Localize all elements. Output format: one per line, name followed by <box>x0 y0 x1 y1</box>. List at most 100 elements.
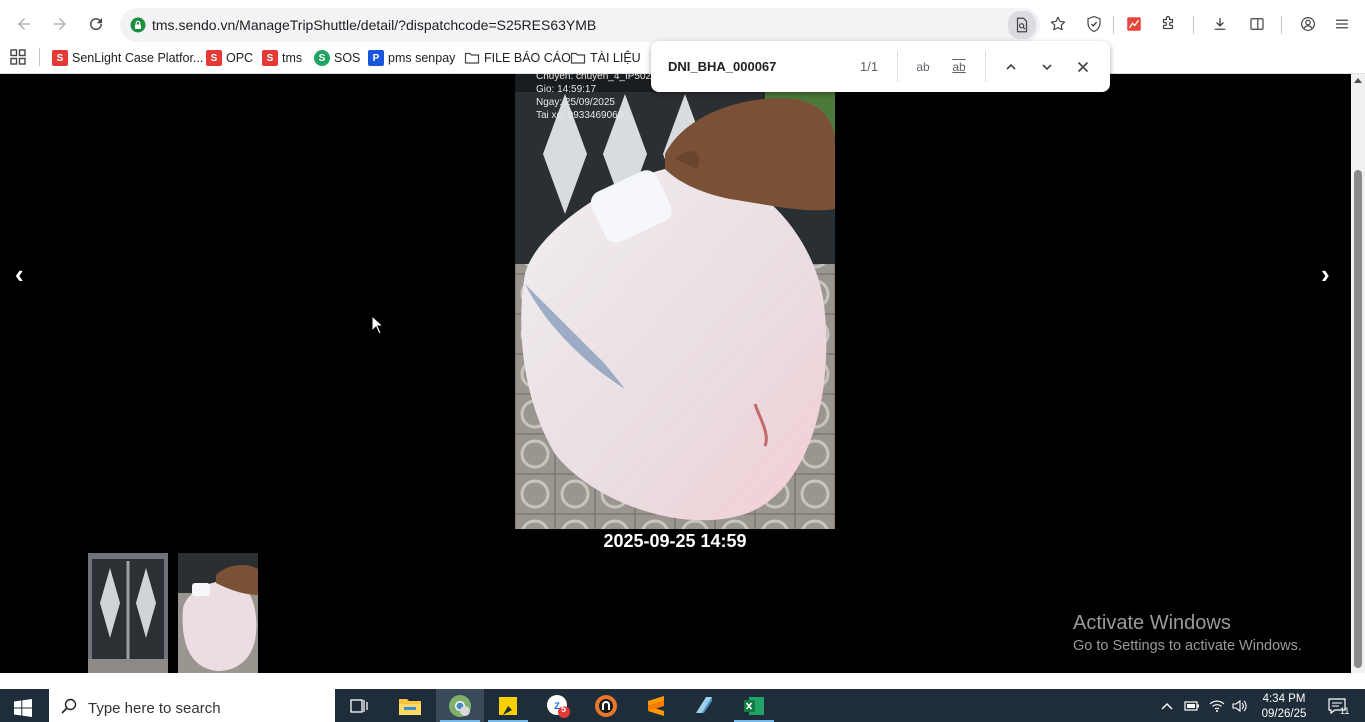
folder-icon <box>464 52 480 64</box>
zalo-app[interactable]: Z 5 <box>534 689 582 722</box>
hamburger-menu-icon <box>1336 19 1348 29</box>
mouse-cursor-icon <box>371 315 385 335</box>
search-placeholder: Type here to search <box>88 700 221 717</box>
notification-count: 11 <box>1340 706 1350 716</box>
vpn-app[interactable] <box>582 689 630 722</box>
bookmark-folder-file-bao-cao[interactable]: FILE BÁO CÁO <box>464 49 571 67</box>
folder-explorer-icon <box>399 698 421 715</box>
whole-word-label: ab <box>952 60 966 74</box>
back-button[interactable] <box>12 12 36 36</box>
match-case-button[interactable]: ab <box>911 55 935 79</box>
excel-app[interactable] <box>730 689 778 722</box>
battery-icon <box>1184 700 1199 711</box>
file-explorer-app[interactable] <box>386 689 434 722</box>
find-page-icon <box>1016 17 1028 33</box>
bookmark-folder-tai-lieu[interactable]: TÀI LIỆU <box>570 49 641 67</box>
sticky-notes-app[interactable] <box>484 689 532 722</box>
photo-metadata-overlay: Chuyen: chuyen_4_IP502 Gio: 14:59:17 Nga… <box>536 74 651 122</box>
show-hidden-icons-button[interactable] <box>1158 689 1176 722</box>
arrow-left-icon <box>18 18 30 30</box>
find-query-input[interactable]: DNI_BHA_000067 <box>668 59 776 74</box>
shield-extension-button[interactable] <box>1082 12 1106 36</box>
next-image-button[interactable]: › <box>1321 259 1330 290</box>
bookmark-opc[interactable]: S OPC <box>206 49 253 67</box>
site-info-icon[interactable] <box>130 17 146 33</box>
close-icon <box>1077 61 1089 73</box>
side-panel-icon <box>1250 18 1264 30</box>
downloads-button[interactable] <box>1208 12 1232 36</box>
whole-word-button[interactable]: ab <box>947 55 971 79</box>
reload-button[interactable] <box>84 12 108 36</box>
scrollbar-thumb[interactable] <box>1354 170 1362 668</box>
action-center-button[interactable]: 11 <box>1322 689 1352 722</box>
star-icon <box>1050 16 1066 31</box>
watermark-title: Activate Windows <box>1073 612 1231 634</box>
reload-icon <box>90 18 103 31</box>
thumbnail-2[interactable] <box>178 553 258 673</box>
page-bottom-strip <box>0 673 1365 689</box>
sublime-app[interactable] <box>632 689 680 722</box>
chrome-app[interactable] <box>436 689 484 722</box>
bookmark-pms-senpay[interactable]: P pms senpay <box>368 49 455 67</box>
extensions-button[interactable] <box>1156 12 1180 36</box>
find-next-button[interactable] <box>1035 55 1059 79</box>
page-scrollbar[interactable] <box>1351 74 1365 673</box>
overlay-driver: Tai xe: 0933469069 <box>536 110 624 121</box>
address-bar[interactable]: tms.sendo.vn/ManageTripShuttle/detail/?d… <box>120 8 1040 42</box>
bookmark-star-button[interactable] <box>1046 12 1070 36</box>
taskbar-search-box[interactable]: Type here to search <box>49 689 335 722</box>
bookmark-senlight[interactable]: S SenLight Case Platfor... <box>52 49 203 67</box>
find-close-button[interactable] <box>1071 55 1095 79</box>
task-view-icon <box>350 698 368 713</box>
find-in-page-button[interactable] <box>1008 11 1036 39</box>
photo-caption: 2025-09-25 14:59 <box>603 531 747 551</box>
toolbar-separator <box>1113 16 1114 34</box>
bookmark-label: FILE BÁO CÁO <box>484 51 571 65</box>
bookmark-sos[interactable]: S SOS <box>314 49 360 67</box>
windows-taskbar: Type here to search Z 5 4:34 PM 09/26/25… <box>0 689 1365 722</box>
find-separator <box>897 51 898 82</box>
activate-windows-watermark: Activate Windows Go to Settings to activ… <box>1073 612 1302 654</box>
bookmark-label: tms <box>282 51 303 65</box>
find-bar: DNI_BHA_000067 1/1 ab ab <box>651 41 1110 92</box>
apps-grid-icon[interactable] <box>10 49 26 65</box>
match-case-label: ab <box>916 60 930 74</box>
chevron-down-icon <box>1042 64 1052 71</box>
vpn-icon <box>595 694 617 717</box>
chart-extension-icon <box>1127 17 1141 31</box>
extension-app-button[interactable] <box>1122 12 1146 36</box>
delivery-photo-image <box>515 74 835 529</box>
forward-button[interactable] <box>48 12 72 36</box>
volume-tray[interactable] <box>1230 689 1250 722</box>
shield-icon <box>1087 15 1101 33</box>
thumbnail-1[interactable] <box>88 553 168 673</box>
menu-button[interactable] <box>1330 12 1354 36</box>
windows-start-icon[interactable] <box>14 699 32 717</box>
side-panel-button[interactable] <box>1245 12 1269 36</box>
task-view-button[interactable] <box>336 689 384 722</box>
sendo-icon: S <box>52 50 68 66</box>
prev-image-button[interactable]: ‹ <box>15 259 24 290</box>
tool-app[interactable] <box>680 689 728 722</box>
profile-button[interactable] <box>1296 12 1320 36</box>
overlay-trip: Chuyen: chuyen_4_IP502 <box>536 74 652 82</box>
battery-tray[interactable] <box>1182 689 1202 722</box>
search-icon <box>61 698 77 714</box>
wifi-tray[interactable] <box>1207 689 1227 722</box>
find-previous-button[interactable] <box>999 55 1023 79</box>
zalo-icon: Z <box>547 694 570 718</box>
overlay-time: Gio: 14:59:17 <box>536 84 597 95</box>
scroll-up-arrow-icon[interactable] <box>1354 78 1362 83</box>
sos-icon: S <box>314 50 330 66</box>
download-icon <box>1214 18 1226 30</box>
thumbnail-gate-image <box>88 553 168 673</box>
sublime-icon <box>648 695 664 716</box>
puzzle-icon <box>1162 15 1174 30</box>
url-text[interactable]: tms.sendo.vn/ManageTripShuttle/detail/?d… <box>152 17 596 33</box>
bookmark-label: TÀI LIỆU <box>590 51 641 65</box>
bookmark-tms[interactable]: S tms <box>262 49 302 67</box>
taskbar-clock[interactable]: 4:34 PM 09/26/25 <box>1256 692 1312 722</box>
chevron-up-icon <box>1161 702 1173 709</box>
profile-icon <box>1301 17 1315 31</box>
bookmark-label: SenLight Case Platfor... <box>72 51 204 65</box>
